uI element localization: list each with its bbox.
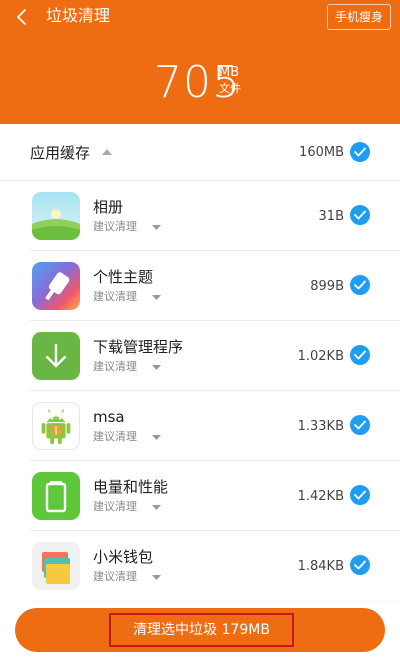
app-suggestion: 建议清理 — [93, 500, 137, 513]
list-item[interactable]: 相册 建议清理 31B — [0, 181, 400, 251]
app-suggestion: 建议清理 — [93, 290, 137, 303]
item-checkbox-checked[interactable] — [350, 415, 370, 435]
caret-down-icon[interactable] — [152, 365, 161, 370]
app-name: 小米钱包 — [93, 548, 154, 566]
app-size: 1.84KB — [297, 559, 344, 574]
checkmark-icon — [354, 420, 366, 430]
list-item[interactable]: 小米钱包 建议清理 1.84KB — [0, 531, 400, 601]
app-size: 31B — [318, 209, 344, 224]
checkmark-icon — [354, 210, 366, 220]
section-checkbox-checked[interactable] — [350, 142, 370, 162]
app-cache-list: 相册 建议清理 31B 个性主题 建议清理 899B 下载管理程序 建议清理 1… — [0, 181, 400, 601]
item-checkbox-checked[interactable] — [350, 485, 370, 505]
app-name: 下载管理程序 — [93, 338, 184, 356]
caret-down-icon[interactable] — [152, 505, 161, 510]
clean-selected-label: 清理选中垃圾 179MB — [109, 613, 294, 647]
total-junk-size: 705 MB 文件 — [0, 58, 400, 108]
caret-down-icon[interactable] — [152, 225, 161, 230]
app-name: msa — [93, 408, 125, 426]
checkmark-icon — [354, 147, 366, 157]
download-icon — [32, 332, 80, 380]
app-suggestion: 建议清理 — [93, 220, 137, 233]
header: 垃圾清理 手机瘦身 705 MB 文件 — [0, 0, 400, 124]
list-item[interactable]: 电量和性能 建议清理 1.42KB — [0, 461, 400, 531]
total-size-label: 文件 — [219, 82, 241, 95]
section-title: 应用缓存 — [30, 144, 91, 162]
app-suggestion: 建议清理 — [93, 360, 137, 373]
app-cache-section-header[interactable]: 应用缓存 160MB — [0, 124, 400, 181]
caret-down-icon[interactable] — [152, 295, 161, 300]
themes-icon — [32, 262, 80, 310]
caret-up-icon — [102, 149, 112, 155]
item-checkbox-checked[interactable] — [350, 205, 370, 225]
caret-down-icon[interactable] — [152, 435, 161, 440]
app-size: 1.02KB — [297, 349, 344, 364]
section-size: 160MB — [299, 145, 344, 160]
page-title: 垃圾清理 — [46, 6, 111, 25]
item-checkbox-checked[interactable] — [350, 555, 370, 575]
list-item[interactable]: 下载管理程序 建议清理 1.02KB — [0, 321, 400, 391]
item-checkbox-checked[interactable] — [350, 275, 370, 295]
wallet-icon — [32, 542, 80, 590]
phone-slim-button[interactable]: 手机瘦身 — [327, 4, 391, 30]
clean-selected-button[interactable]: 清理选中垃圾 179MB — [15, 608, 385, 652]
app-suggestion: 建议清理 — [93, 570, 137, 583]
battery-icon — [32, 472, 80, 520]
checkmark-icon — [354, 280, 366, 290]
gallery-icon — [32, 192, 80, 240]
back-arrow-icon[interactable] — [14, 7, 32, 27]
list-item[interactable]: 个性主题 建议清理 899B — [0, 251, 400, 321]
title-bar: 垃圾清理 手机瘦身 — [0, 0, 400, 34]
app-size: 1.42KB — [297, 489, 344, 504]
app-name: 相册 — [93, 198, 124, 216]
android-icon — [32, 402, 80, 450]
app-suggestion: 建议清理 — [93, 430, 137, 443]
app-name: 个性主题 — [93, 268, 154, 286]
checkmark-icon — [354, 490, 366, 500]
checkmark-icon — [354, 560, 366, 570]
item-checkbox-checked[interactable] — [350, 345, 370, 365]
app-name: 电量和性能 — [93, 478, 169, 496]
app-size: 899B — [310, 279, 344, 294]
app-size: 1.33KB — [297, 419, 344, 434]
total-size-unit: MB — [219, 65, 240, 80]
list-item[interactable]: msa 建议清理 1.33KB — [0, 391, 400, 461]
checkmark-icon — [354, 350, 366, 360]
caret-down-icon[interactable] — [152, 575, 161, 580]
